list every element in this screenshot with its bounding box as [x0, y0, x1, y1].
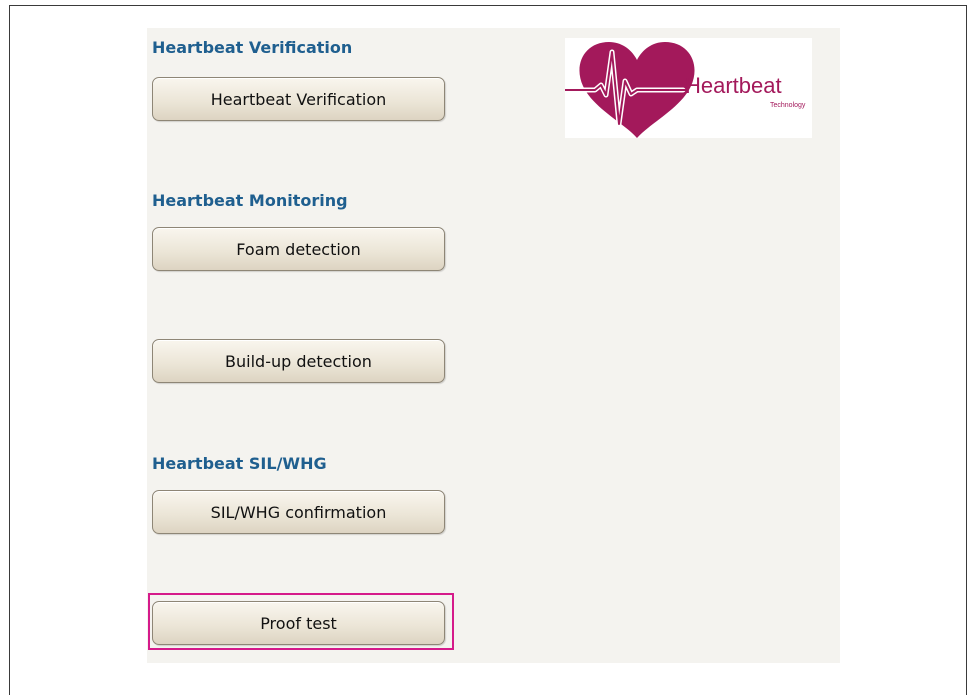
section-title-verification: Heartbeat Verification [152, 38, 353, 57]
build-up-detection-button[interactable]: Build-up detection [152, 339, 445, 383]
heartbeat-panel: Heartbeat Verification Heartbeat Verific… [147, 28, 840, 663]
section-title-sil-whg: Heartbeat SIL/WHG [152, 454, 327, 473]
heartbeat-verification-button[interactable]: Heartbeat Verification [152, 77, 445, 121]
heartbeat-technology-logo: Heartbeat Technology [565, 38, 812, 138]
foam-detection-button[interactable]: Foam detection [152, 227, 445, 271]
proof-test-button[interactable]: Proof test [152, 601, 445, 645]
logo-subtitle: Technology [770, 102, 806, 109]
sil-whg-confirmation-button[interactable]: SIL/WHG confirmation [152, 490, 445, 534]
section-title-monitoring: Heartbeat Monitoring [152, 191, 348, 210]
logo-wordmark: Heartbeat [685, 73, 782, 98]
